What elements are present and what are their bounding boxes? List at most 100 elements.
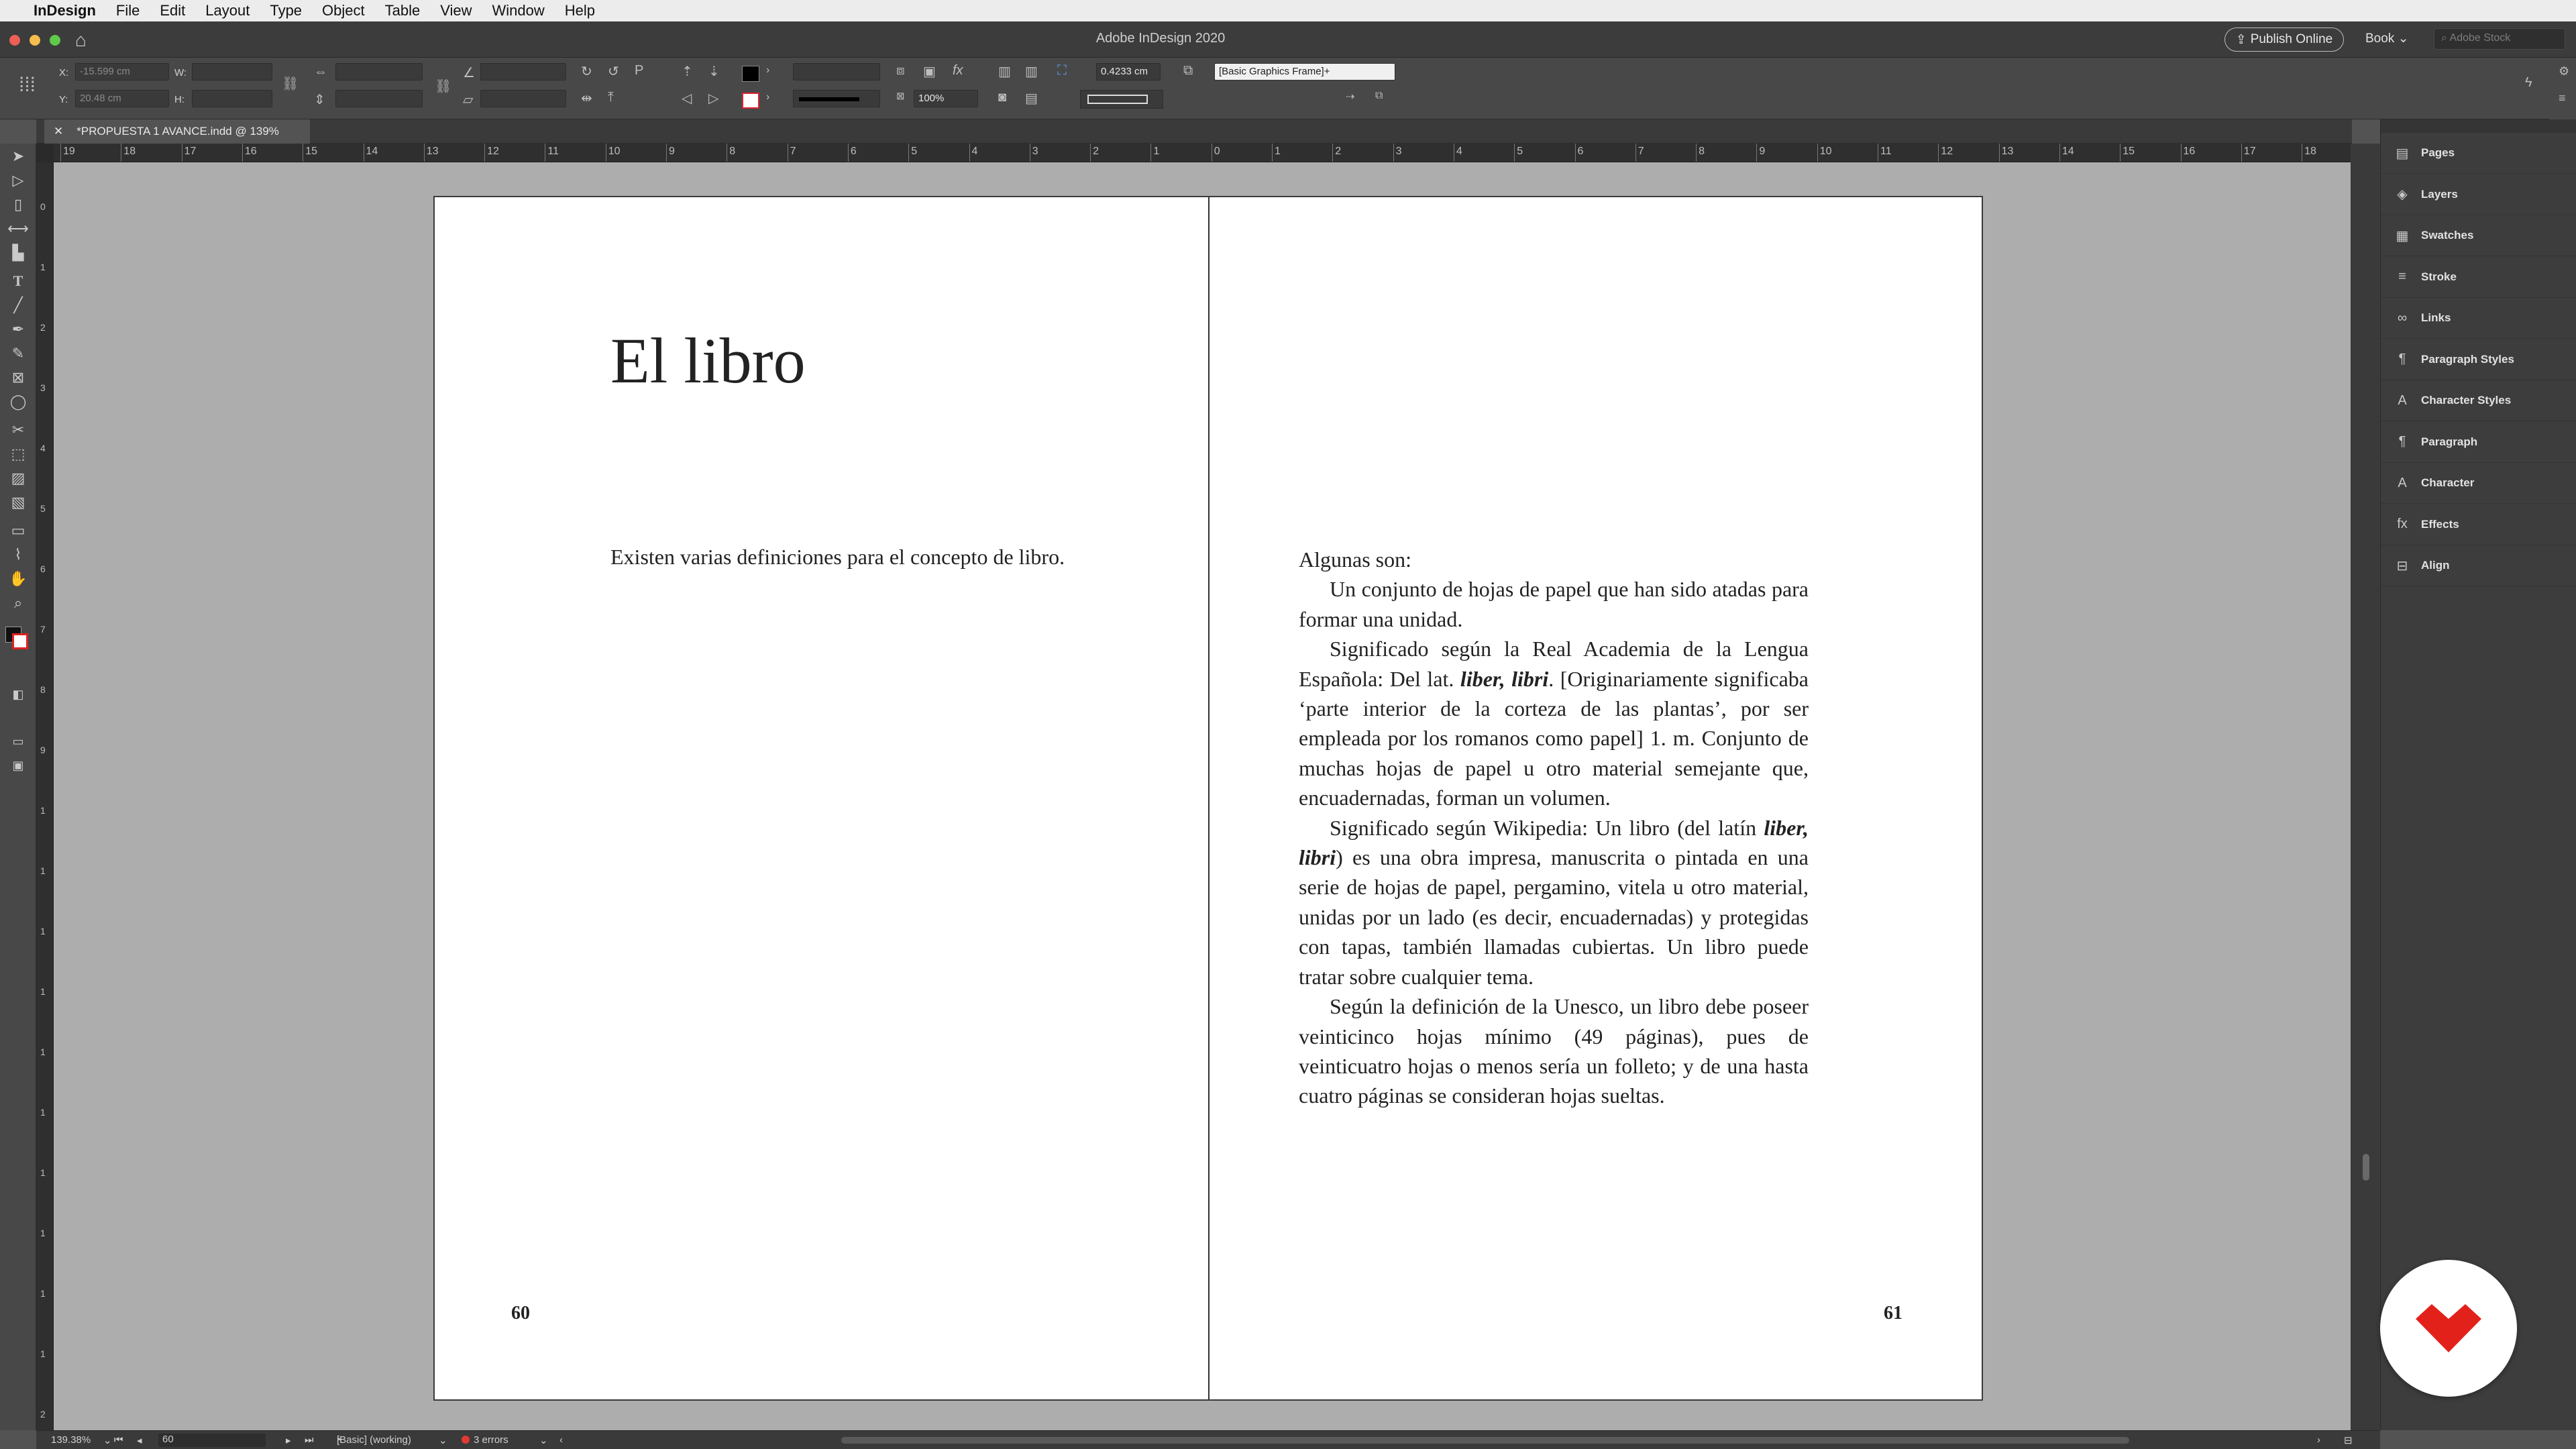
- menu-help[interactable]: Help: [565, 2, 595, 19]
- workspace-switcher[interactable]: Book ⌄: [2365, 31, 2409, 46]
- panel-paragraph-styles[interactable]: ¶ Paragraph Styles: [2381, 339, 2576, 380]
- panel-pages[interactable]: ▤ Pages: [2381, 133, 2576, 174]
- scroll-left-icon[interactable]: ‹: [559, 1434, 563, 1446]
- rotation-field[interactable]: [480, 63, 566, 80]
- document-tab[interactable]: ✕ *PROPUESTA 1 AVANCE.indd @ 139%: [44, 119, 310, 144]
- stroke-swatch[interactable]: [742, 93, 759, 109]
- fit-content-icon[interactable]: ◙: [998, 90, 1006, 105]
- adobe-stock-search[interactable]: ⌕ Adobe Stock: [2434, 28, 2565, 50]
- quick-apply-icon[interactable]: ⧉: [1375, 90, 1383, 102]
- page-spread[interactable]: El libro Existen varias definiciones par…: [433, 196, 1983, 1401]
- panel-menu-icon[interactable]: ≡: [2559, 91, 2566, 105]
- zoom-tool-icon[interactable]: ⌕: [7, 593, 30, 613]
- constrain-proportions-icon[interactable]: ⛓: [282, 75, 299, 92]
- menu-type[interactable]: Type: [270, 2, 302, 19]
- fill-arrow-icon[interactable]: ›: [766, 64, 769, 76]
- eyedropper-tool-icon[interactable]: ⌇: [7, 545, 30, 565]
- line-tool-icon[interactable]: ╱: [7, 295, 30, 315]
- effects-fx-icon[interactable]: fx: [953, 63, 963, 78]
- flip-vertical-icon[interactable]: ⤒: [608, 90, 614, 105]
- close-tab-icon[interactable]: ✕: [54, 125, 63, 138]
- select-container-icon[interactable]: ⇡: [682, 63, 693, 80]
- split-view-icon[interactable]: ⊟: [2344, 1434, 2353, 1446]
- panel-character[interactable]: A Character: [2381, 463, 2576, 504]
- panel-paragraph[interactable]: ¶ Paragraph: [2381, 422, 2576, 463]
- align-center-icon[interactable]: ▥: [1025, 63, 1038, 80]
- frame-fitting-icon[interactable]: ▣: [923, 63, 936, 80]
- intro-paragraph[interactable]: Existen varias definiciones para el conc…: [610, 545, 1065, 570]
- stroke-weight-field[interactable]: [793, 63, 880, 80]
- flip-icon[interactable]: P: [635, 63, 643, 78]
- fit-frame-icon[interactable]: ▤: [1025, 90, 1038, 107]
- rotate-ccw-icon[interactable]: ↺: [608, 63, 619, 80]
- ruler-origin[interactable]: [36, 144, 54, 162]
- body-text-frame[interactable]: Algunas son: Un conjunto de hojas de pap…: [1299, 545, 1809, 1111]
- gap-tool-icon[interactable]: ⟷: [7, 219, 30, 239]
- scale-x-field[interactable]: [335, 63, 423, 80]
- screen-mode-icon[interactable]: ▭: [7, 731, 30, 751]
- x-field[interactable]: -15.599 cm: [75, 63, 169, 80]
- select-previous-icon[interactable]: ◁: [682, 90, 692, 107]
- shear-field[interactable]: [480, 90, 566, 107]
- preview-mode-icon[interactable]: ◧: [7, 684, 30, 704]
- hand-tool-icon[interactable]: ✋: [7, 569, 30, 589]
- gradient-swatch-tool-icon[interactable]: ▨: [7, 468, 30, 488]
- next-page-icon[interactable]: ▸: [286, 1434, 291, 1446]
- panel-effects[interactable]: fx Effects: [2381, 504, 2576, 545]
- zoom-level[interactable]: 139.38%: [51, 1434, 91, 1446]
- pen-tool-icon[interactable]: ✒: [7, 319, 30, 339]
- gear-icon[interactable]: ⚙: [2559, 64, 2569, 78]
- prev-page-icon[interactable]: ◂: [137, 1434, 142, 1446]
- rotate-cw-icon[interactable]: ↻: [581, 63, 592, 80]
- scroll-right-icon[interactable]: ›: [2317, 1434, 2320, 1446]
- select-content-icon[interactable]: ⇣: [708, 63, 720, 80]
- auto-fit-icon[interactable]: ⛶: [1057, 63, 1067, 78]
- direct-selection-tool-icon[interactable]: ▷: [7, 170, 30, 191]
- panel-layers[interactable]: ◈ Layers: [2381, 174, 2576, 215]
- normal-mode-icon[interactable]: ▣: [7, 755, 30, 775]
- dock-header[interactable]: [2381, 119, 2576, 133]
- menu-table[interactable]: Table: [385, 2, 421, 19]
- object-style-dropdown[interactable]: [Basic Graphics Frame]+: [1214, 63, 1395, 80]
- horizontal-scroll-thumb[interactable]: [841, 1437, 2129, 1444]
- clear-overrides-icon[interactable]: ⇢: [1346, 90, 1354, 103]
- reference-point-icon[interactable]: ⁞⁞⁞: [19, 74, 36, 97]
- stroke-type-dropdown[interactable]: [793, 90, 880, 107]
- scale-y-field[interactable]: [335, 90, 423, 107]
- menu-file[interactable]: File: [116, 2, 140, 19]
- panel-swatches[interactable]: ▦ Swatches: [2381, 215, 2576, 256]
- panel-align[interactable]: ⊟ Align: [2381, 545, 2576, 586]
- ellipse-tool-icon[interactable]: ◯: [7, 392, 30, 412]
- align-left-icon[interactable]: ▥: [998, 63, 1011, 80]
- select-next-icon[interactable]: ▷: [708, 90, 718, 107]
- preflight-profile[interactable]: [Basic] (working): [337, 1434, 411, 1446]
- errors-chevron-down-icon[interactable]: ⌄: [539, 1434, 548, 1446]
- menu-edit[interactable]: Edit: [160, 2, 185, 19]
- menu-window[interactable]: Window: [492, 2, 545, 19]
- content-collector-icon[interactable]: ▙: [7, 243, 30, 263]
- scissors-tool-icon[interactable]: ✂: [7, 420, 30, 440]
- gradient-feather-tool-icon[interactable]: ▧: [7, 492, 30, 513]
- stroke-color-icon[interactable]: [12, 633, 28, 649]
- menu-app[interactable]: InDesign: [34, 2, 96, 19]
- frame-shape-dropdown[interactable]: [1080, 90, 1163, 109]
- opacity-field[interactable]: 100%: [914, 90, 978, 107]
- w-field[interactable]: [192, 63, 272, 80]
- chapter-heading[interactable]: El libro: [610, 323, 806, 398]
- last-page-icon[interactable]: ⏭: [305, 1434, 314, 1446]
- publish-online-button[interactable]: ⇪ Publish Online: [2224, 28, 2344, 52]
- rectangle-frame-tool-icon[interactable]: ⊠: [7, 368, 30, 388]
- pencil-tool-icon[interactable]: ✎: [7, 343, 30, 364]
- horizontal-ruler[interactable]: 19 18 17 16 15 14 13 12 11 10 9 8 7 6 5 4 3 2 1 0 1 2 3 4 5 6 7 8 9 1…: [54, 144, 2351, 162]
- menu-layout[interactable]: Layout: [205, 2, 250, 19]
- profile-chevron-down-icon[interactable]: ⌄: [439, 1434, 447, 1446]
- selection-tool-icon[interactable]: ➤: [7, 146, 30, 166]
- vertical-scrollbar[interactable]: [2351, 144, 2380, 1430]
- free-transform-tool-icon[interactable]: ⬚: [7, 444, 30, 464]
- menu-view[interactable]: View: [440, 2, 472, 19]
- stroke-weight-value-field[interactable]: 0.4233 cm: [1096, 63, 1161, 80]
- constrain-scale-icon[interactable]: ⛓: [435, 78, 451, 95]
- menu-object[interactable]: Object: [322, 2, 365, 19]
- first-page-icon[interactable]: ⏮: [114, 1434, 123, 1446]
- note-tool-icon[interactable]: ▭: [7, 521, 30, 541]
